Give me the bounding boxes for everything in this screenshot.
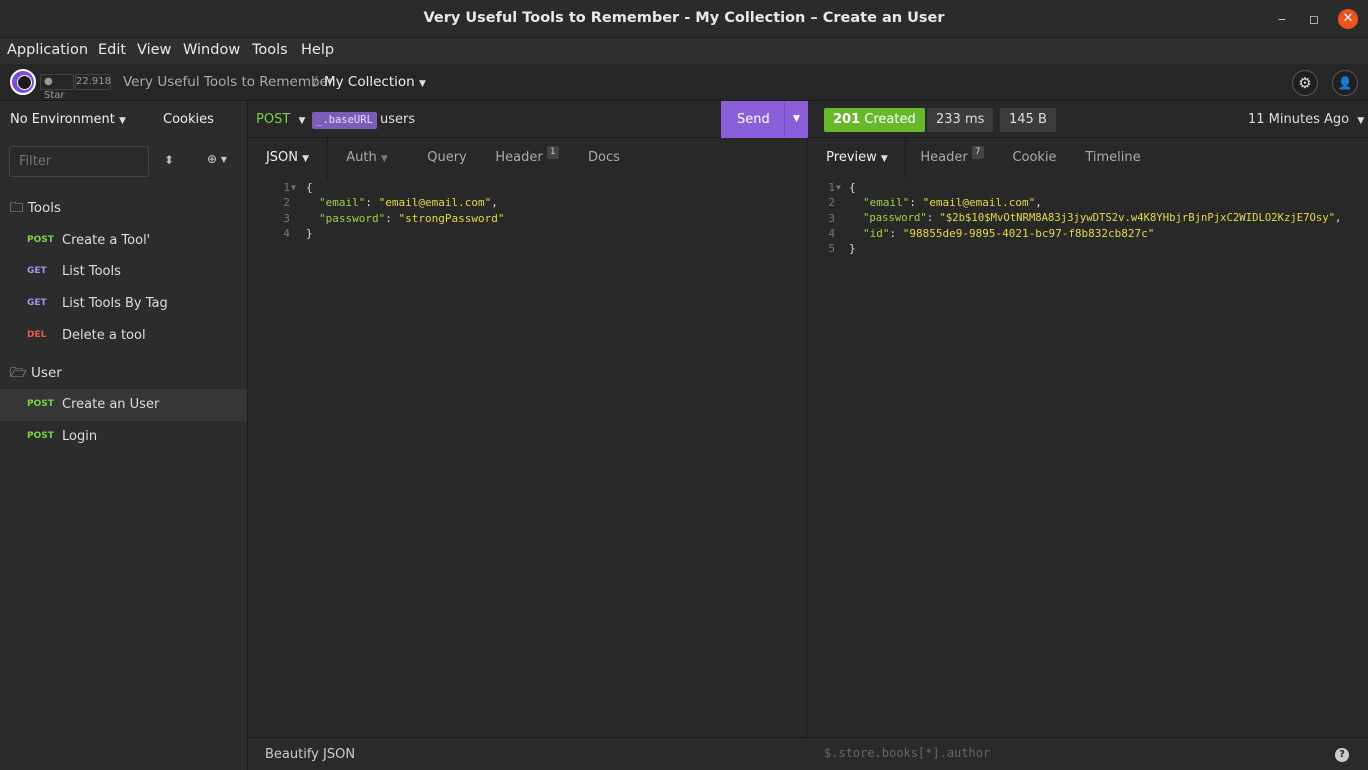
github-star-widget[interactable]: ● Star 22.918: [40, 74, 112, 101]
method-badge: GET: [27, 298, 47, 308]
method-badge: POST: [27, 235, 54, 245]
sidebar-request-list-tools-by-tag[interactable]: GET List Tools By Tag: [0, 288, 247, 320]
chevron-down-icon: ▼: [419, 79, 426, 89]
method-badge: POST: [27, 399, 54, 409]
tab-preview[interactable]: Preview ▼: [809, 138, 906, 179]
folder-tools[interactable]: 🗀 Tools: [10, 198, 61, 221]
tab-cookie[interactable]: Cookie: [1007, 138, 1062, 178]
menu-help[interactable]: Help: [301, 42, 334, 58]
chevron-down-icon: ▼: [380, 154, 388, 164]
add-item-icon[interactable]: ⊕ ▾: [207, 152, 227, 166]
beautify-json-button[interactable]: Beautify JSON: [265, 747, 355, 762]
tab-response-header[interactable]: Header 7: [919, 138, 985, 178]
tab-timeline[interactable]: Timeline: [1084, 138, 1142, 178]
tab-header[interactable]: Header 1: [494, 138, 560, 178]
menu-edit[interactable]: Edit: [98, 42, 126, 58]
menu-window[interactable]: Window: [183, 42, 240, 58]
request-name: Delete a tool: [62, 328, 146, 343]
method-badge: GET: [27, 266, 47, 276]
response-size-badge: 145 B: [1000, 108, 1056, 132]
sidebar: No Environment ▼ Cookies ⬍ ⊕ ▾ 🗀 Tools P…: [0, 101, 248, 770]
response-pane: 201 Created 233 ms 145 B 11 Minutes Ago …: [809, 101, 1368, 770]
breadcrumb-separator: /: [313, 74, 318, 90]
request-name: List Tools By Tag: [62, 296, 168, 311]
chevron-down-icon: ▼: [1357, 116, 1365, 126]
chevron-down-icon: ▼: [118, 116, 126, 126]
header-count-badge: 7: [971, 146, 984, 159]
fold-icon[interactable]: ▼: [836, 183, 841, 192]
folder-user[interactable]: 🗁 User: [10, 363, 62, 386]
send-options-icon[interactable]: ▼: [784, 101, 808, 138]
folder-icon: 🗀: [10, 200, 24, 216]
sidebar-request-login[interactable]: POST Login: [0, 421, 247, 453]
breadcrumb-workspace[interactable]: Very Useful Tools to Remember: [123, 74, 333, 90]
response-filter-input[interactable]: $.store.books[*].author: [824, 746, 990, 760]
settings-gear-icon[interactable]: ⚙: [1292, 70, 1318, 96]
header-count-badge: 1: [546, 146, 559, 159]
response-time-badge: 233 ms: [927, 108, 994, 132]
tab-json[interactable]: JSON ▼: [248, 138, 328, 179]
request-pane: POST ▼ _.baseURL users Send ▼ JSON ▼ Aut…: [248, 101, 808, 770]
breadcrumb-collection[interactable]: My Collection ▼: [324, 74, 426, 90]
url-bar: POST ▼ _.baseURL users Send ▼: [248, 101, 808, 138]
account-icon[interactable]: 👤: [1332, 70, 1358, 96]
sidebar-request-create-user[interactable]: POST Create an User: [0, 389, 247, 421]
cookies-button[interactable]: Cookies: [163, 112, 214, 127]
top-bar: ● Star 22.918 Very Useful Tools to Remem…: [0, 64, 1368, 101]
github-icon: ●: [44, 76, 53, 87]
environment-selector[interactable]: No Environment ▼: [10, 112, 126, 127]
request-footer: Beautify JSON: [248, 737, 808, 770]
chevron-down-icon: ▼: [880, 154, 888, 164]
url-input[interactable]: users: [380, 112, 415, 127]
request-name: Create a Tool': [62, 233, 151, 248]
sidebar-filter-input[interactable]: [9, 146, 149, 177]
method-badge: POST: [27, 431, 54, 441]
github-star-button[interactable]: ● Star: [40, 74, 74, 101]
fold-icon[interactable]: ▼: [291, 183, 296, 192]
menu-view[interactable]: View: [137, 42, 171, 58]
folder-open-icon: 🗁: [10, 365, 27, 381]
request-name: Create an User: [62, 397, 160, 412]
menu-application[interactable]: Application: [7, 42, 88, 58]
close-icon[interactable]: ✕: [1338, 9, 1358, 29]
insomnia-logo-icon[interactable]: [10, 69, 36, 95]
menu-bar: Application Edit View Window Tools Help: [0, 38, 1368, 64]
chevron-down-icon: ▼: [302, 154, 310, 164]
sidebar-request-delete-tool[interactable]: DEL Delete a tool: [0, 320, 247, 352]
send-label: Send: [737, 112, 770, 127]
response-footer: $.store.books[*].author ?: [809, 737, 1368, 770]
minimize-icon[interactable]: ‒: [1272, 9, 1292, 29]
request-name: List Tools: [62, 264, 121, 279]
tab-docs[interactable]: Docs: [584, 138, 624, 178]
github-star-count: 22.918: [75, 74, 111, 90]
response-history-dropdown[interactable]: 11 Minutes Ago ▼: [1248, 112, 1364, 127]
chevron-down-icon: ▼: [298, 116, 306, 126]
request-name: Login: [62, 429, 98, 444]
status-badge: 201 Created: [824, 108, 925, 132]
method-badge: DEL: [27, 330, 47, 340]
tab-query[interactable]: Query: [420, 138, 474, 178]
response-status-bar: 201 Created 233 ms 145 B 11 Minutes Ago …: [809, 101, 1368, 138]
window-title: Very Useful Tools to Remember - My Colle…: [423, 10, 945, 26]
title-bar: Very Useful Tools to Remember - My Colle…: [0, 0, 1368, 38]
method-selector[interactable]: POST ▼: [256, 112, 305, 127]
send-button[interactable]: Send ▼: [721, 101, 808, 138]
maximize-icon[interactable]: ◻: [1304, 9, 1324, 29]
sort-icon[interactable]: ⬍: [164, 153, 174, 167]
base-url-variable-tag[interactable]: _.baseURL: [312, 112, 377, 129]
menu-tools[interactable]: Tools: [252, 42, 288, 58]
sidebar-request-create-tool[interactable]: POST Create a Tool': [0, 225, 247, 257]
sidebar-request-list-tools[interactable]: GET List Tools: [0, 256, 247, 288]
help-icon[interactable]: ?: [1335, 748, 1349, 762]
tab-auth[interactable]: Auth ▼: [336, 138, 398, 178]
